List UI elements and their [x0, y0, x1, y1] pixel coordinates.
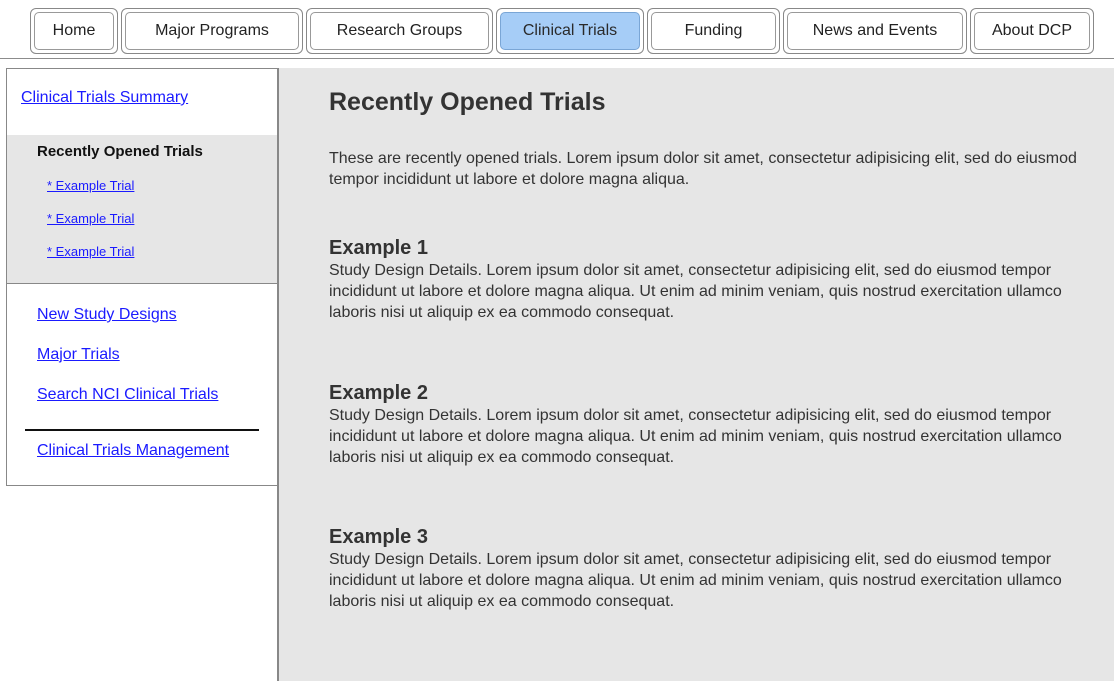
tab-clinical-trials[interactable]: Clinical Trials	[496, 8, 644, 54]
trial-title: Example 2	[329, 382, 428, 404]
tab-about-dcp[interactable]: About DCP	[970, 8, 1094, 54]
trial-title: Example 1	[329, 237, 428, 259]
trial-title: Example 3	[329, 526, 428, 548]
trial-description: Study Design Details. Lorem ipsum dolor …	[329, 551, 1062, 610]
subnav-example-trial-link[interactable]: * Example Trial	[47, 211, 134, 226]
trial-section: Example 2 Study Design Details. Lorem ip…	[329, 381, 1089, 468]
tab-home[interactable]: Home	[30, 8, 118, 54]
trial-section: Example 1 Study Design Details. Lorem ip…	[329, 236, 1089, 323]
main-content: Recently Opened Trials These are recentl…	[278, 68, 1114, 681]
new-study-designs-link[interactable]: New Study Designs	[37, 306, 177, 324]
tab-label: About DCP	[974, 12, 1090, 50]
tab-label: Major Programs	[125, 12, 299, 50]
sidebar-divider	[25, 429, 259, 431]
tab-news-and-events[interactable]: News and Events	[783, 8, 967, 54]
tab-label: Clinical Trials	[500, 12, 640, 50]
top-nav-tabs: Home Major Programs Research Groups Clin…	[0, 0, 1114, 60]
tab-label: Funding	[651, 12, 776, 50]
clinical-trials-summary-link[interactable]: Clinical Trials Summary	[21, 89, 188, 107]
sidebar: Clinical Trials Summary Recently Opened …	[6, 68, 278, 486]
subnav-example-trial-link[interactable]: * Example Trial	[47, 244, 134, 259]
sidebar-summary-section: Clinical Trials Summary	[7, 69, 277, 136]
clinical-trials-management-link[interactable]: Clinical Trials Management	[37, 442, 229, 460]
tab-research-groups[interactable]: Research Groups	[306, 8, 493, 54]
major-trials-link[interactable]: Major Trials	[37, 346, 120, 364]
trial-description: Study Design Details. Lorem ipsum dolor …	[329, 262, 1062, 321]
tab-label: Research Groups	[310, 12, 489, 50]
subnav-heading: Recently Opened Trials	[37, 143, 203, 160]
tabbar-divider	[0, 58, 1114, 59]
tab-funding[interactable]: Funding	[647, 8, 780, 54]
intro-text: These are recently opened trials. Lorem …	[329, 150, 1077, 188]
tab-major-programs[interactable]: Major Programs	[121, 8, 303, 54]
sidebar-subnav: Recently Opened Trials * Example Trial *…	[7, 135, 277, 284]
trial-description: Study Design Details. Lorem ipsum dolor …	[329, 407, 1062, 466]
page-title: Recently Opened Trials	[329, 88, 606, 116]
tab-label: News and Events	[787, 12, 963, 50]
trial-section: Example 3 Study Design Details. Lorem ip…	[329, 525, 1089, 612]
tab-label: Home	[34, 12, 114, 50]
search-nci-clinical-trials-link[interactable]: Search NCI Clinical Trials	[37, 386, 218, 404]
subnav-example-trial-link[interactable]: * Example Trial	[47, 178, 134, 193]
